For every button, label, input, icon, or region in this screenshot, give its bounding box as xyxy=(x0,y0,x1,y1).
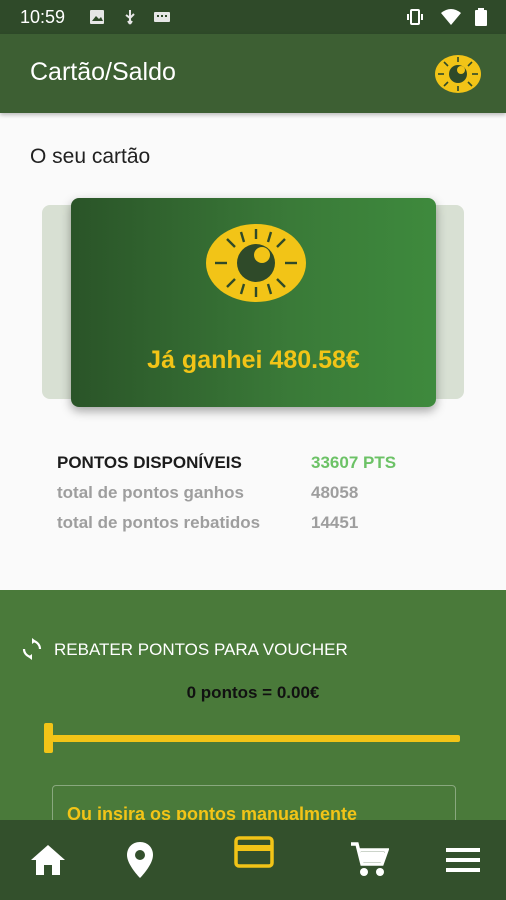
bottom-navigation xyxy=(0,820,506,900)
points-redeemed-value: 14451 xyxy=(311,513,359,532)
loyalty-card[interactable]: Já ganhei 480.58€ xyxy=(71,198,436,407)
slider-track[interactable] xyxy=(52,735,460,742)
page-title: Cartão/Saldo xyxy=(30,58,176,86)
card-sun-logo-icon xyxy=(206,224,306,302)
nav-location-button[interactable] xyxy=(118,838,162,882)
points-available-row: PONTOS DISPONÍVEIS 33607 PTS xyxy=(57,453,457,483)
status-bar: 10:59 xyxy=(0,0,506,34)
redeem-section: REBATER PONTOS PARA VOUCHER 0 pontos = 0… xyxy=(0,590,506,845)
cart-icon xyxy=(351,842,389,876)
earned-amount: Já ganhei 480.58€ xyxy=(147,346,360,374)
keyboard-notification-icon xyxy=(154,12,170,22)
slider-thumb[interactable] xyxy=(44,723,53,753)
card-icon xyxy=(234,836,274,868)
location-icon xyxy=(127,842,153,878)
status-time: 10:59 xyxy=(20,7,66,27)
brand-logo-icon[interactable] xyxy=(434,54,482,94)
conversion-text: 0 pontos = 0.00€ xyxy=(186,683,320,702)
points-available-label: PONTOS DISPONÍVEIS xyxy=(57,453,242,472)
nav-home-button[interactable] xyxy=(26,838,70,882)
points-slider[interactable] xyxy=(44,723,460,753)
redeem-title: REBATER PONTOS PARA VOUCHER xyxy=(54,640,348,659)
vibrate-icon xyxy=(407,9,423,25)
image-notification-icon xyxy=(90,10,104,24)
points-earned-label: total de pontos ganhos xyxy=(57,483,244,502)
points-earned-row: total de pontos ganhos 48058 xyxy=(57,483,457,513)
nav-card-button[interactable] xyxy=(232,830,276,874)
points-redeemed-label: total de pontos rebatidos xyxy=(57,513,261,532)
points-available-value: 33607 PTS xyxy=(311,453,397,472)
wifi-icon xyxy=(441,9,461,25)
app-bar: Cartão/Saldo xyxy=(0,34,506,113)
section-title: O seu cartão xyxy=(30,145,151,168)
points-earned-value: 48058 xyxy=(311,483,359,502)
battery-icon xyxy=(475,8,487,26)
usb-notification-icon xyxy=(125,10,135,25)
home-icon xyxy=(31,845,65,875)
nav-menu-button[interactable] xyxy=(441,838,485,882)
menu-icon xyxy=(446,848,480,872)
points-summary: PONTOS DISPONÍVEIS 33607 PTS total de po… xyxy=(57,453,457,543)
refresh-icon xyxy=(22,638,42,660)
points-redeemed-row: total de pontos rebatidos 14451 xyxy=(57,513,457,543)
nav-cart-button[interactable] xyxy=(347,838,391,882)
